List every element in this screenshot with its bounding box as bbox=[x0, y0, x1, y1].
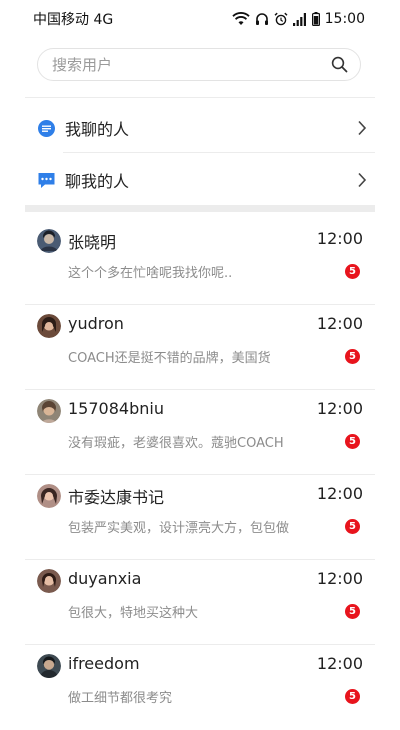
nav-item-label: 我聊的人 bbox=[65, 120, 130, 139]
clock-time: 15:00 bbox=[324, 11, 365, 27]
avatar bbox=[37, 484, 61, 508]
unread-badge: 5 bbox=[345, 604, 360, 619]
chat-name: 张晓明 bbox=[68, 233, 117, 252]
unread-badge: 5 bbox=[345, 434, 360, 449]
carrier-label: 中国移动 4G bbox=[33, 12, 114, 28]
section-divider bbox=[25, 205, 375, 212]
avatar bbox=[37, 569, 61, 593]
chat-row[interactable]: yudron 12:00 COACH还是挺不错的品牌，美国货 5 bbox=[25, 305, 375, 390]
headphones-icon bbox=[255, 12, 269, 26]
unread-badge: 5 bbox=[345, 264, 360, 279]
nav-item-label: 聊我的人 bbox=[65, 172, 130, 191]
avatar bbox=[37, 314, 61, 338]
avatar bbox=[37, 229, 61, 253]
chat-time: 12:00 bbox=[316, 654, 363, 673]
chat-preview: 做工细节都很考究 bbox=[68, 691, 173, 706]
chat-name: yudron bbox=[68, 314, 124, 333]
search-bar[interactable] bbox=[37, 48, 361, 81]
chat-row[interactable]: ifreedom 12:00 做工细节都很考究 5 bbox=[25, 645, 375, 730]
chat-row[interactable]: 157084bniu 12:00 没有瑕疵，老婆很喜欢。蔻驰COACH 5 bbox=[25, 390, 375, 475]
chat-time: 12:00 bbox=[316, 484, 363, 503]
chevron-right-icon bbox=[357, 120, 367, 136]
chat-row[interactable]: 张晓明 12:00 这个个多在忙啥呢我找你呢.. 5 bbox=[25, 220, 375, 305]
chat-bubble-round-icon bbox=[37, 119, 56, 138]
chat-time: 12:00 bbox=[316, 399, 363, 418]
status-icons: 15:00 bbox=[232, 11, 365, 27]
avatar bbox=[37, 654, 61, 678]
chat-preview: 没有瑕疵，老婆很喜欢。蔻驰COACH bbox=[68, 436, 284, 451]
chevron-right-icon bbox=[357, 172, 367, 188]
battery-icon bbox=[311, 12, 320, 26]
unread-badge: 5 bbox=[345, 349, 360, 364]
chat-row[interactable]: 市委达康书记 12:00 包装严实美观，设计漂亮大方，包包做 5 bbox=[25, 475, 375, 560]
divider bbox=[25, 97, 375, 98]
chat-preview: 包很大，特地买这种大 bbox=[68, 606, 199, 621]
nav-item-my-chats[interactable]: 我聊的人 bbox=[37, 104, 367, 152]
chat-time: 12:00 bbox=[316, 229, 363, 248]
wifi-icon bbox=[232, 12, 250, 26]
nav-item-chats-with-me[interactable]: 聊我的人 bbox=[37, 156, 367, 204]
unread-badge: 5 bbox=[345, 689, 360, 704]
unread-badge: 5 bbox=[345, 519, 360, 534]
chat-time: 12:00 bbox=[316, 314, 363, 333]
divider bbox=[63, 152, 375, 153]
status-bar: 中国移动 4G 15:00 bbox=[0, 0, 400, 38]
search-icon[interactable] bbox=[331, 56, 348, 73]
chat-preview: 这个个多在忙啥呢我找你呢.. bbox=[68, 266, 233, 281]
chat-name: duyanxia bbox=[68, 569, 142, 588]
chat-name: 市委达康书记 bbox=[68, 488, 165, 507]
chat-preview: COACH还是挺不错的品牌，美国货 bbox=[68, 351, 271, 366]
search-input[interactable] bbox=[50, 54, 331, 75]
chat-row[interactable]: duyanxia 12:00 包很大，特地买这种大 5 bbox=[25, 560, 375, 645]
chat-preview: 包装严实美观，设计漂亮大方，包包做 bbox=[68, 521, 290, 536]
chat-name: 157084bniu bbox=[68, 399, 164, 418]
chat-time: 12:00 bbox=[316, 569, 363, 588]
chat-bubble-square-icon bbox=[37, 171, 56, 190]
alarm-icon bbox=[274, 12, 288, 26]
signal-icon bbox=[292, 12, 307, 26]
avatar bbox=[37, 399, 61, 423]
chat-name: ifreedom bbox=[68, 654, 140, 673]
